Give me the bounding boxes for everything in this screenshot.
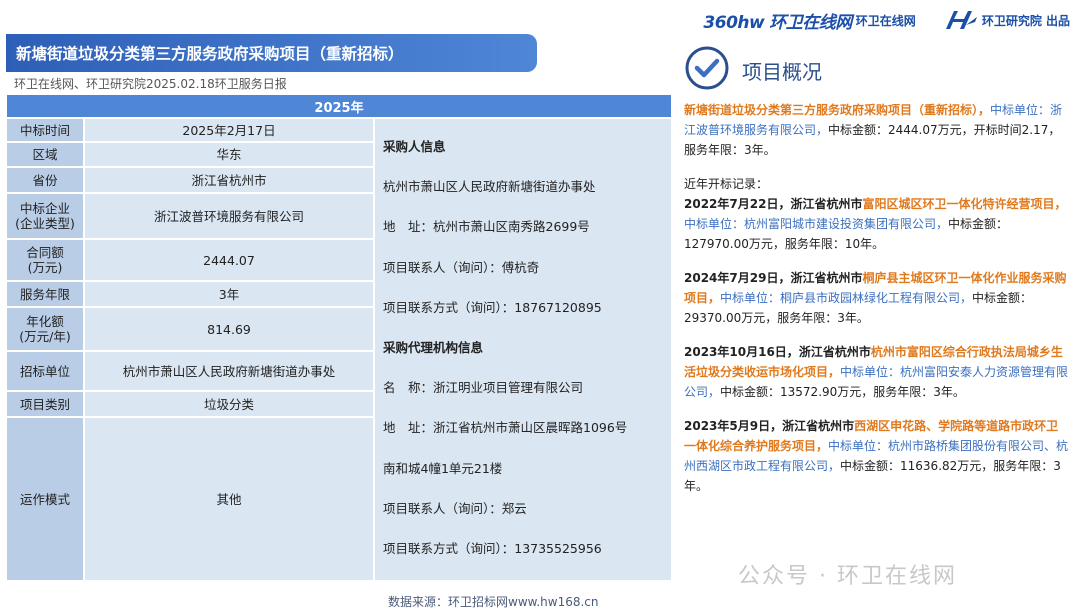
purchaser-contact: 项目联系人（询问）：傅杭奇	[383, 259, 540, 275]
record-region: 浙江省杭州市	[798, 345, 871, 359]
record-item: 2023年5月9日，浙江省杭州市西湖区申花路、学院路等道路市政环卫一体化综合养护…	[684, 416, 1070, 496]
record-project: 富阳区城区环卫一体化特许经营项目，	[862, 197, 1067, 211]
row-value: 杭州市萧山区人民政府新塘街道办事处	[83, 350, 375, 392]
source-line: 环卫在线网、环卫研究院2025.02.18环卫服务日报	[14, 77, 287, 91]
row-key: 中标时间	[5, 117, 85, 143]
record-amount: 中标金额：13572.90万元，服务年限：3年。	[720, 385, 965, 399]
row-key: 运作模式	[5, 416, 85, 582]
record-date: 2023年5月9日，	[684, 419, 783, 433]
check-circle-icon	[685, 46, 729, 90]
row-key: 合同额 (万元)	[5, 238, 85, 282]
page-title: 新塘街道垃圾分类第三方服务政府采购项目（重新招标）	[16, 45, 404, 63]
hwyjy-logo-icon	[945, 11, 977, 29]
row-key: 区域	[5, 141, 85, 168]
purchaser-name: 杭州市萧山区人民政府新塘街道办事处	[383, 179, 596, 195]
data-source: 数据来源：环卫招标网www.hw168.cn	[388, 595, 599, 609]
record-item: 2024年7月29日，浙江省杭州市桐庐县主城区环卫一体化作业服务采购项目，中标单…	[684, 268, 1070, 328]
row-key: 省份	[5, 166, 85, 194]
agency-contact: 项目联系人（询问）：郑云	[383, 500, 527, 516]
row-value: 垃圾分类	[83, 390, 375, 418]
record-region: 浙江省杭州市	[790, 197, 863, 211]
row-key: 招标单位	[5, 350, 85, 392]
row-value: 浙江波普环境服务有限公司	[83, 192, 375, 240]
record-winner: 中标单位：杭州富阳城市建设投资集团有限公司，	[684, 217, 949, 231]
agency-phone: 项目联系方式（询问）：13735525956	[383, 540, 602, 556]
hw360-wordmark: 360hw 环卫在线网	[703, 8, 852, 33]
row-key: 项目类别	[5, 390, 85, 418]
row-value: 814.69	[83, 306, 375, 352]
hw360-sub: 环卫在线网	[769, 12, 852, 33]
hw360-name: 环卫在线网	[855, 13, 916, 28]
row-value: 浙江省杭州市	[83, 166, 375, 194]
record-region: 浙江省杭州市	[790, 271, 863, 285]
title-banner: 新塘街道垃圾分类第三方服务政府采购项目（重新招标）	[6, 34, 537, 72]
record-region: 浙江省杭州市	[782, 419, 855, 433]
row-key: 中标企业 (企业类型)	[5, 192, 85, 240]
hwyjy-logo: 环卫研究院 出品	[944, 9, 1070, 31]
overview-summary: 新塘街道垃圾分类第三方服务政府采购项目（重新招标），中标单位：浙江波普环境服务有…	[684, 100, 1070, 160]
summary-project: 新塘街道垃圾分类第三方服务政府采购项目（重新招标），	[684, 103, 991, 117]
record-item: 2023年10月16日，浙江省杭州市杭州市富阳区综合行政执法局城乡生活垃圾分类收…	[684, 342, 1070, 402]
row-value: 3年	[83, 280, 375, 308]
row-value: 2444.07	[83, 238, 375, 282]
watermark: 公众号 · 环卫在线网	[738, 564, 957, 589]
hw360-main: 360hw	[703, 12, 765, 33]
agency-name: 名 称：浙江明业项目管理有限公司	[383, 380, 584, 396]
record-date: 2024年7月29日，	[684, 271, 791, 285]
year-header: 2025年	[5, 93, 673, 119]
record-date: 2023年10月16日，	[684, 345, 799, 359]
purchaser-phone: 项目联系方式（询问）：18767120895	[383, 299, 602, 315]
logo-bar: 360hw 环卫在线网 环卫在线网 环卫研究院 出品	[703, 6, 1070, 34]
row-key: 年化额 (万元/年)	[5, 306, 85, 352]
recent-records-label: 近年开标记录：	[684, 177, 769, 191]
record-winner: 中标单位：桐庐县市政园林绿化工程有限公司，	[720, 291, 973, 305]
contact-info-cell: 采购人信息 杭州市萧山区人民政府新塘街道办事处 地 址：杭州市萧山区南秀路269…	[373, 117, 673, 582]
row-key: 服务年限	[5, 280, 85, 308]
overview-body: 新塘街道垃圾分类第三方服务政府采购项目（重新招标），中标单位：浙江波普环境服务有…	[684, 100, 1070, 510]
hwyjy-name: 环卫研究院 出品	[981, 13, 1070, 28]
hw360-logo: 360hw 环卫在线网 环卫在线网	[703, 8, 915, 33]
row-value: 2025年2月17日	[83, 117, 375, 143]
overview-title: 项目概况	[742, 60, 822, 84]
row-value: 华东	[83, 141, 375, 168]
purchaser-address: 地 址：杭州市萧山区南秀路2699号	[383, 219, 590, 235]
agency-address: 地 址：浙江省杭州市萧山区晨晖路1096号	[383, 420, 628, 436]
record-date: 2022年7月22日，	[684, 197, 791, 211]
record-item: 2022年7月22日，浙江省杭州市富阳区城区环卫一体化特许经营项目， 中标单位：杭…	[684, 194, 1070, 254]
project-table: 2025年 中标时间 2025年2月17日 采购人信息 杭州市萧山区人民政府新塘…	[5, 93, 673, 582]
agency-info-heading: 采购代理机构信息	[383, 339, 484, 355]
row-value: 其他	[83, 416, 375, 582]
agency-address-cont: 南和城4幢1单元21楼	[383, 460, 503, 476]
purchaser-info-heading: 采购人信息	[383, 139, 446, 154]
